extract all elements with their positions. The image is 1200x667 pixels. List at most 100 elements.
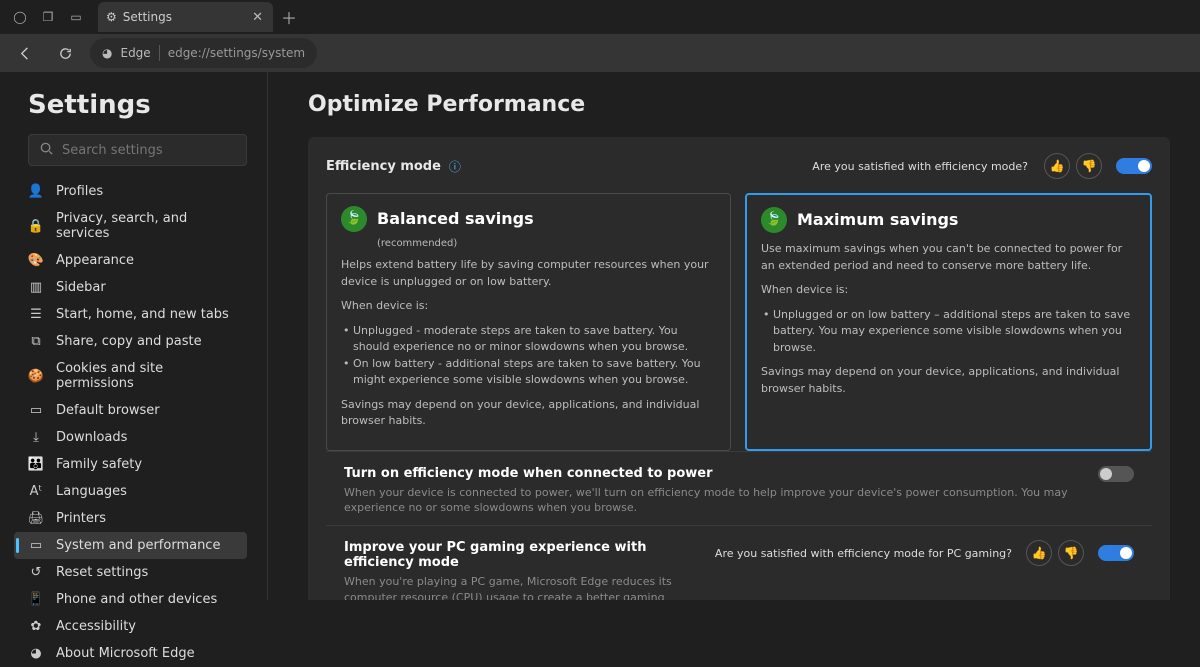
nav-icon: ↺ <box>28 565 44 580</box>
nav-label: Appearance <box>56 253 134 268</box>
sidebar-item-cookies-and-site-permissions[interactable]: 🍪 Cookies and site permissions <box>14 355 247 397</box>
nav-label: Reset settings <box>56 565 148 580</box>
nav-icon: 👤 <box>28 184 44 199</box>
maximum-when: When device is: <box>761 282 1136 299</box>
sidebar-item-about-microsoft-edge[interactable]: ◕ About Microsoft Edge <box>14 640 247 667</box>
thumbs-down-button[interactable]: 👎 <box>1076 153 1102 179</box>
sidebar-item-privacy-search-and-services[interactable]: 🔒 Privacy, search, and services <box>14 205 247 247</box>
balanced-intro: Helps extend battery life by saving comp… <box>341 257 716 290</box>
power-toggle[interactable] <box>1098 466 1134 482</box>
balanced-title: Balanced savings <box>377 207 534 231</box>
sidebar: Settings 👤 Profiles 🔒 Privacy, search, and … <box>0 72 268 600</box>
efficiency-feedback-text: Are you satisfied with efficiency mode? <box>812 160 1028 173</box>
refresh-button[interactable] <box>50 38 80 68</box>
nav-icon: 🎨 <box>28 253 44 268</box>
nav-icon: ⤓ <box>28 430 44 445</box>
sidebar-item-downloads[interactable]: ⤓ Downloads <box>14 424 247 451</box>
app-icon: ◯ <box>6 10 34 24</box>
info-icon[interactable]: ⓘ <box>449 158 461 175</box>
address-app-name: Edge <box>120 46 150 60</box>
nav-label: Family safety <box>56 457 142 472</box>
address-bar[interactable]: ◕ Edge edge://settings/system <box>90 38 317 68</box>
nav-label: Share, copy and paste <box>56 334 202 349</box>
balanced-bullet-1: Unplugged - moderate steps are taken to … <box>341 323 716 356</box>
tab-title: Settings <box>123 10 246 24</box>
back-button[interactable] <box>10 38 40 68</box>
row-power-title: Turn on efficiency mode when connected t… <box>344 466 1068 481</box>
nav-icon: ☰ <box>28 307 44 322</box>
nav-icon: 🔒 <box>28 219 44 234</box>
nav-label: Downloads <box>56 430 127 445</box>
page-title: Optimize Performance <box>308 92 1170 117</box>
sidebar-item-reset-settings[interactable]: ↺ Reset settings <box>14 559 247 586</box>
thumbs-up-button[interactable]: 👍 <box>1026 540 1052 566</box>
sidebar-item-appearance[interactable]: 🎨 Appearance <box>14 247 247 274</box>
new-tab-button[interactable]: ＋ <box>281 5 297 29</box>
nav-icon: 👪 <box>28 457 44 472</box>
sidebar-item-start-home-and-new-tabs[interactable]: ☰ Start, home, and new tabs <box>14 301 247 328</box>
nav-label: Cookies and site permissions <box>56 361 237 391</box>
thumbs-up-button[interactable]: 👍 <box>1044 153 1070 179</box>
sidebar-item-sidebar[interactable]: ▥Sidebar <box>14 274 247 301</box>
search-box[interactable] <box>28 134 247 166</box>
sidebar-heading: Settings <box>28 90 247 120</box>
nav-label: Start, home, and new tabs <box>56 307 229 322</box>
close-tab-icon[interactable]: ✕ <box>252 10 263 25</box>
nav-icon: 🍪 <box>28 369 44 384</box>
row-gaming-desc: When you're playing a PC game, Microsoft… <box>344 574 699 600</box>
nav-label: Accessibility <box>56 619 136 634</box>
titlebar: ◯ ❐ ▭ ⚙ Settings ✕ ＋ <box>0 0 1200 34</box>
efficiency-mode-title: Efficiency mode <box>326 159 441 174</box>
sidebar-item-default-browser[interactable]: ▭ Default browser <box>14 397 247 424</box>
leaf-icon: 🍃 <box>341 206 367 232</box>
nav-label: Privacy, search, and services <box>56 211 237 241</box>
address-url: edge://settings/system <box>168 46 305 60</box>
search-icon <box>39 141 54 160</box>
nav-label: Default browser <box>56 403 160 418</box>
efficiency-mode-toggle[interactable] <box>1116 158 1152 174</box>
nav-label: Printers <box>56 511 106 526</box>
nav-label: Profiles <box>56 184 103 199</box>
edge-logo-icon: ◕ <box>102 46 112 60</box>
balanced-bullet-2: On low battery - additional steps are ta… <box>341 356 716 389</box>
gear-icon: ⚙ <box>106 10 117 24</box>
balanced-savings-card[interactable]: 🍃 Balanced savings (recommended) Helps e… <box>326 193 731 451</box>
maximum-intro: Use maximum savings when you can't be co… <box>761 241 1136 274</box>
workspaces-icon[interactable]: ❐ <box>34 10 62 24</box>
nav-label: Languages <box>56 484 127 499</box>
sidebar-item-share-copy-and-paste[interactable]: ⧉ Share, copy and paste <box>14 328 247 355</box>
nav-icon: ▭ <box>28 538 44 553</box>
nav-label: About Microsoft Edge <box>56 646 195 661</box>
nav-icon: ▭ <box>28 403 44 418</box>
row-power-desc: When your device is connected to power, … <box>344 485 1068 516</box>
nav-label: Sidebar <box>56 280 106 295</box>
recommended-label: (recommended) <box>377 236 716 251</box>
divider <box>159 45 160 61</box>
sidebar-item-printers[interactable]: 🖨 Printers <box>14 505 247 532</box>
row-gaming-title: Improve your PC gaming experience with e… <box>344 540 699 570</box>
efficiency-panel: Efficiency mode ⓘ Are you satisfied with… <box>308 137 1170 600</box>
nav-icon: 🖨 <box>28 511 44 526</box>
nav-icon: ⧉ <box>28 334 44 349</box>
maximum-savings-card[interactable]: 🍃 Maximum savings Use maximum savings wh… <box>745 193 1152 451</box>
thumbs-down-button[interactable]: 👎 <box>1058 540 1084 566</box>
sidebar-item-accessibility[interactable]: ✿ Accessibility <box>14 613 247 640</box>
sidebar-item-languages[interactable]: AᵗLanguages <box>14 478 247 505</box>
maximum-title: Maximum savings <box>797 208 958 232</box>
nav-icon: ✿ <box>28 619 44 634</box>
gaming-feedback-text: Are you satisfied with efficiency mode f… <box>715 547 1012 560</box>
nav-label: System and performance <box>56 538 220 553</box>
balanced-when: When device is: <box>341 298 716 315</box>
sidebar-item-family-safety[interactable]: 👪 Family safety <box>14 451 247 478</box>
browser-tab[interactable]: ⚙ Settings ✕ <box>98 2 273 32</box>
sidebar-item-system-and-performance[interactable]: ▭ System and performance <box>14 532 247 559</box>
search-input[interactable] <box>62 143 236 158</box>
nav-icon: ◕ <box>28 646 44 661</box>
maximum-bullet-1: Unplugged or on low battery – additional… <box>761 307 1136 357</box>
maximum-foot: Savings may depend on your device, appli… <box>761 364 1136 397</box>
sidebar-item-profiles[interactable]: 👤 Profiles <box>14 178 247 205</box>
tabactions-icon[interactable]: ▭ <box>62 10 90 24</box>
leaf-icon: 🍃 <box>761 207 787 233</box>
gaming-toggle[interactable] <box>1098 545 1134 561</box>
balanced-foot: Savings may depend on your device, appli… <box>341 397 716 430</box>
